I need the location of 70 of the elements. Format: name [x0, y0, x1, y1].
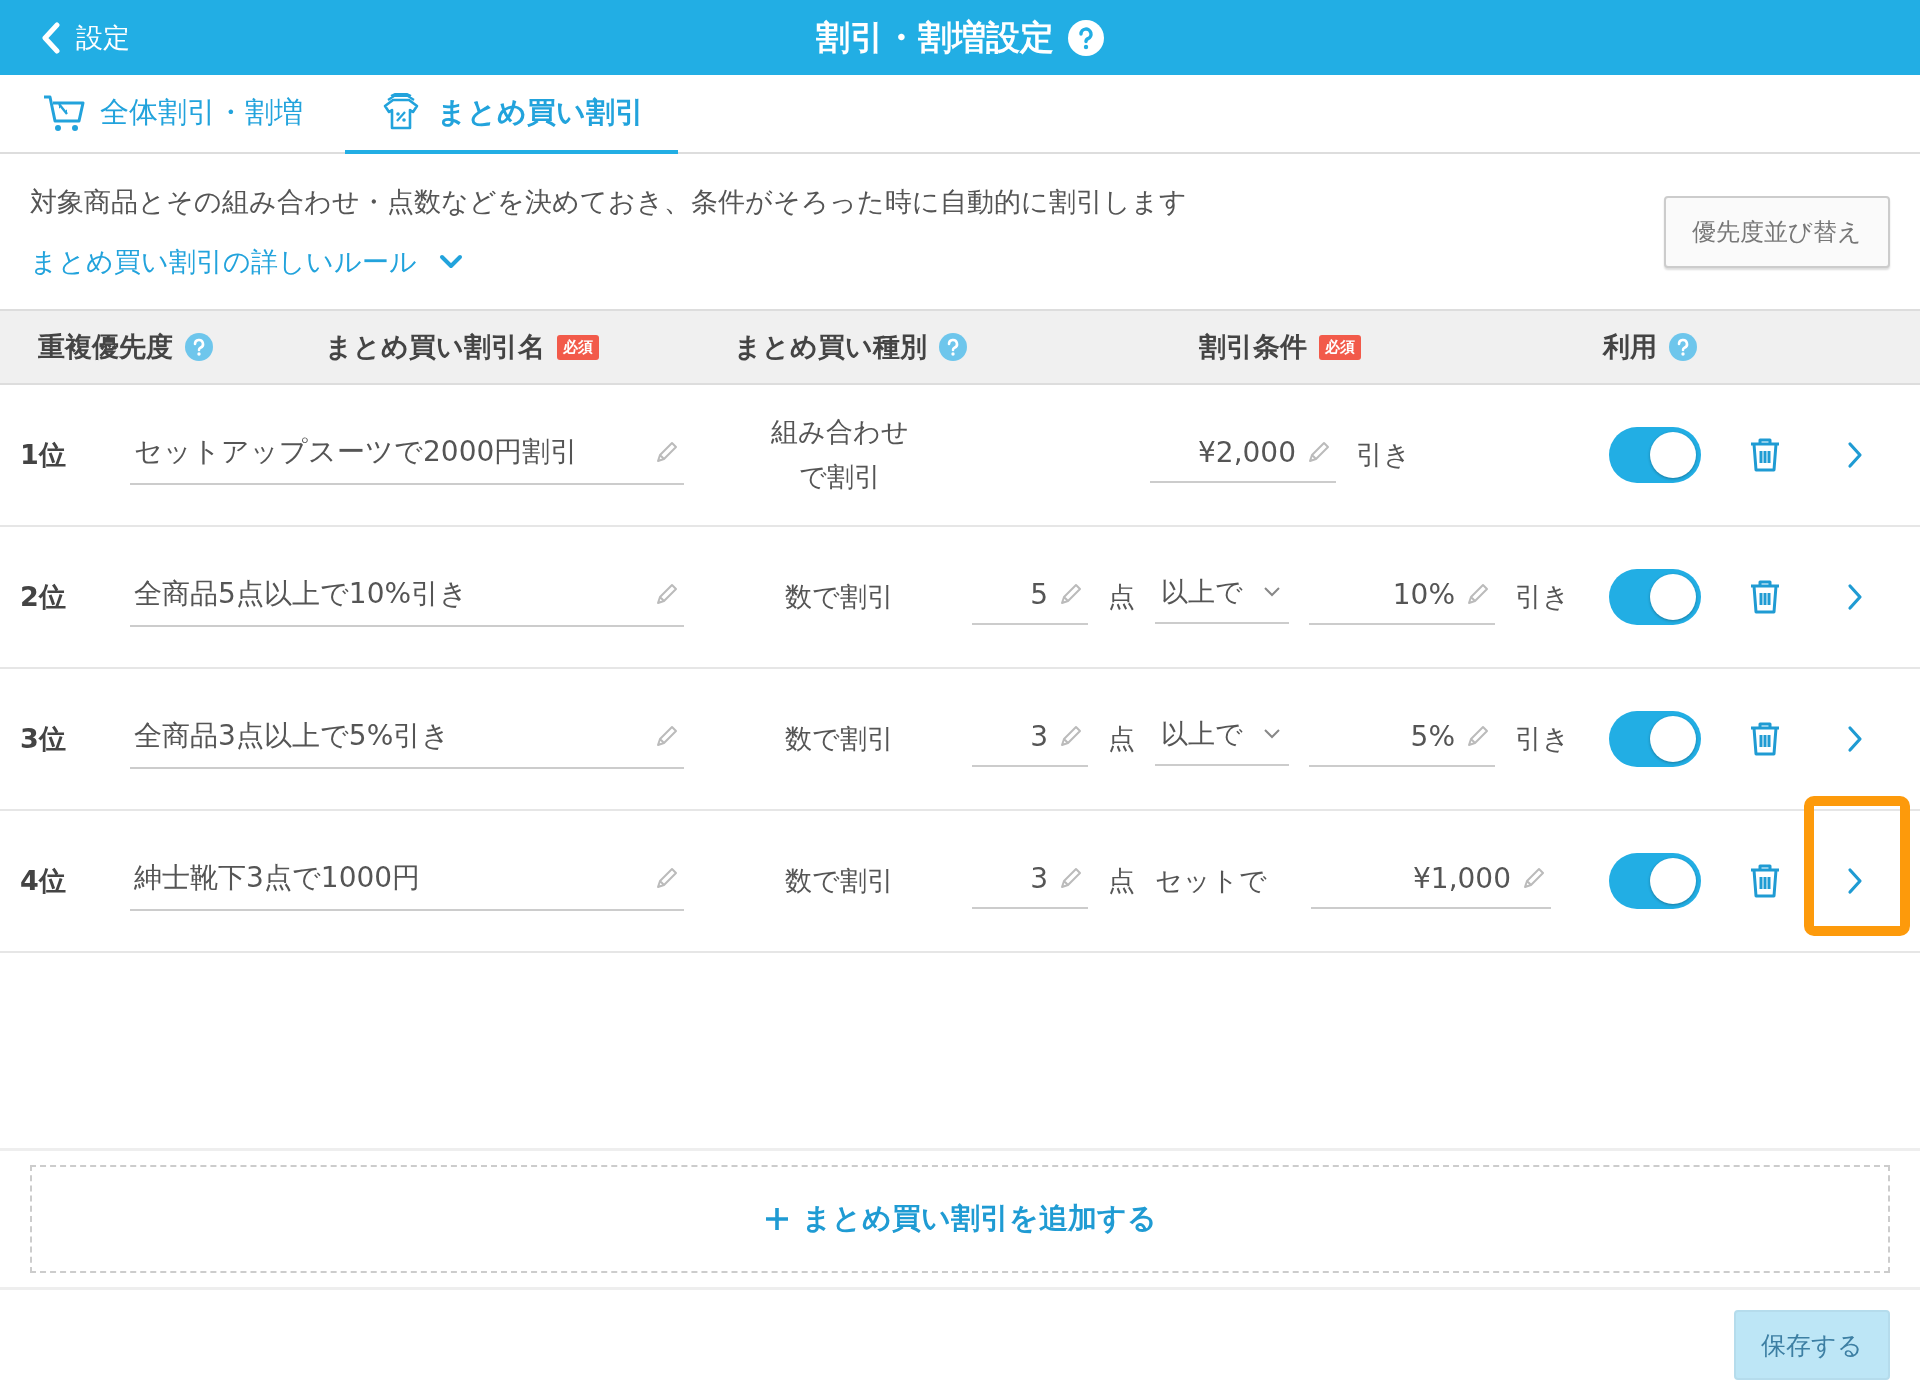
help-icon[interactable] — [938, 333, 967, 361]
trash-icon — [1748, 578, 1782, 616]
count-field[interactable]: 3 — [972, 853, 1088, 909]
name-field[interactable]: セットアップスーツで2000円割引 — [130, 425, 684, 485]
discount-type: 組み合わせで割引 — [770, 415, 910, 494]
sort-button[interactable]: 優先度並び替え — [1664, 195, 1890, 268]
chevron-right-icon — [1846, 582, 1864, 612]
trash-icon — [1748, 862, 1782, 900]
pencil-icon — [1465, 581, 1491, 607]
help-icon[interactable] — [1068, 19, 1104, 56]
pencil-icon — [1058, 723, 1084, 749]
operator-dropdown[interactable]: 以上で — [1155, 712, 1289, 766]
enable-toggle[interactable] — [1609, 853, 1701, 909]
discount-type: 数で割引 — [784, 721, 896, 756]
suffix-label: 引き — [1515, 580, 1570, 614]
column-header: 重複優先度 — [38, 330, 173, 364]
name-field[interactable]: 全商品3点以上で5%引き — [130, 709, 684, 769]
rank-label: 3位 — [19, 722, 67, 756]
rank-label: 1位 — [19, 438, 67, 472]
enable-toggle[interactable] — [1609, 427, 1701, 483]
discount-value-field[interactable]: ¥1,000 — [1311, 853, 1551, 909]
rank-label: 4位 — [19, 864, 67, 898]
pencil-icon — [654, 723, 680, 749]
chevron-right-icon — [1846, 724, 1864, 754]
discount-value-field[interactable]: 10% — [1309, 569, 1495, 625]
operator-label: セットで — [1155, 864, 1267, 898]
name-field[interactable]: 全商品5点以上で10%引き — [130, 567, 684, 627]
caret-icon — [1263, 586, 1281, 598]
required-tag: 必須 — [557, 334, 599, 360]
pencil-icon — [654, 865, 680, 891]
description-text: 対象商品とその組み合わせ・点数などを決めておき、条件がそろった時に自動的に割引します — [30, 184, 1187, 219]
discount-value-field[interactable]: ¥2,000 — [1150, 427, 1336, 483]
page-title: 割引・割増設定 — [816, 15, 1054, 59]
suffix-label: 引き — [1356, 438, 1411, 472]
discount-type: 数で割引 — [784, 863, 896, 898]
discount-value-field[interactable]: 5% — [1309, 711, 1495, 767]
count-field[interactable]: 3 — [972, 711, 1088, 767]
trash-icon — [1748, 436, 1782, 474]
unit-label: 点 — [1108, 864, 1135, 898]
pencil-icon — [1306, 439, 1332, 465]
name-field[interactable]: 紳士靴下3点で1000円 — [130, 851, 684, 911]
column-header: 割引条件 — [1199, 330, 1307, 364]
chevron-right-icon — [1846, 866, 1864, 896]
column-header: まとめ買い種別 — [733, 330, 927, 364]
chevron-down-icon — [439, 253, 463, 270]
pencil-icon — [654, 439, 680, 465]
unit-label: 点 — [1108, 722, 1135, 756]
suffix-label: 引き — [1515, 722, 1570, 756]
help-icon[interactable] — [1669, 333, 1697, 361]
pencil-icon — [1058, 581, 1084, 607]
required-tag: 必須 — [1319, 334, 1361, 360]
chevron-right-icon — [1846, 440, 1864, 470]
back-icon — [40, 21, 62, 54]
count-field[interactable]: 5 — [972, 569, 1088, 625]
column-header: まとめ買い割引名 — [325, 330, 545, 364]
column-header: 利用 — [1603, 330, 1657, 364]
pencil-icon — [1521, 865, 1547, 891]
unit-label: 点 — [1108, 580, 1135, 614]
help-icon[interactable] — [185, 333, 213, 361]
enable-toggle[interactable] — [1609, 711, 1701, 767]
pencil-icon — [1058, 865, 1084, 891]
plus-icon — [763, 1206, 790, 1232]
trash-icon — [1748, 720, 1782, 758]
pencil-icon — [1465, 723, 1491, 749]
caret-icon — [1263, 728, 1281, 740]
enable-toggle[interactable] — [1609, 569, 1701, 625]
discount-type: 数で割引 — [784, 579, 896, 614]
rank-label: 2位 — [19, 580, 67, 614]
operator-dropdown[interactable]: 以上で — [1155, 570, 1289, 624]
pencil-icon — [654, 581, 680, 607]
